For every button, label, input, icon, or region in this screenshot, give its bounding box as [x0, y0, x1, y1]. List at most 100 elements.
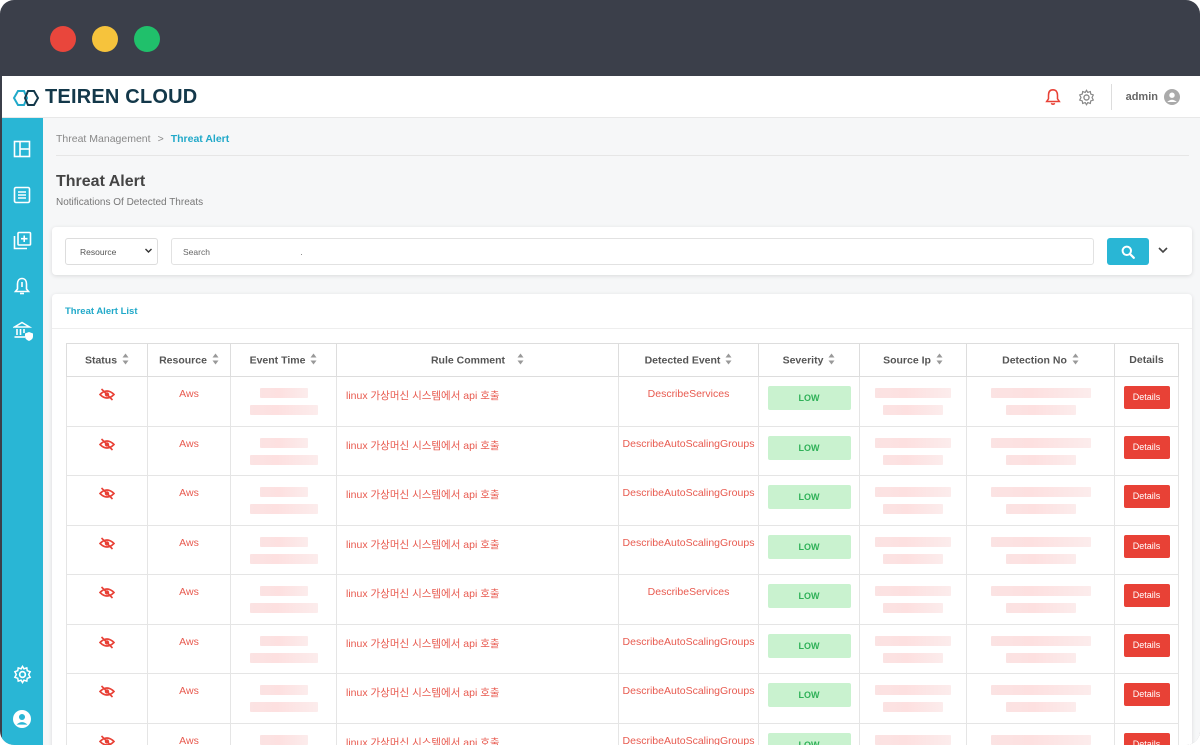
user-icon[interactable] — [13, 710, 31, 733]
settings-icon[interactable] — [13, 664, 32, 689]
add-copy-icon[interactable] — [13, 231, 32, 255]
table-row[interactable]: Aws linux 가상머신 시스템에서 api 호출 DescribeAutoSc… — [66, 722, 1179, 745]
sort-icon[interactable] — [212, 353, 219, 368]
detected-event-cell: DescribeAutoScalingGroups — [618, 524, 759, 575]
details-button[interactable]: Details — [1123, 633, 1170, 657]
details-button[interactable]: Details — [1123, 683, 1170, 706]
redacted-value — [860, 437, 966, 468]
eye-slash-icon[interactable] — [98, 388, 116, 404]
rule-comment-cell: linux 가상머신 시스템에서 api 호출 — [336, 574, 619, 625]
redacted-value — [231, 437, 336, 468]
column-header[interactable]: Detection No — [966, 343, 1115, 377]
search-button[interactable] — [1107, 238, 1149, 265]
sort-icon[interactable] — [517, 353, 524, 368]
list-icon[interactable] — [13, 186, 31, 209]
column-header[interactable]: Resource — [147, 343, 231, 377]
user-name[interactable]: admin — [1126, 91, 1158, 103]
column-header[interactable]: Detected Event — [618, 343, 759, 377]
table-row[interactable]: Aws linux 가상머신 시스템에서 api 호출 DescribeServic… — [66, 574, 1179, 625]
detected-event-cell: DescribeAutoScalingGroups — [618, 425, 759, 476]
window-minimize-button[interactable] — [92, 26, 118, 52]
sort-icon[interactable] — [1072, 353, 1079, 368]
gear-icon[interactable] — [1078, 88, 1095, 106]
sort-icon[interactable] — [310, 353, 317, 368]
breadcrumb-separator: > — [157, 133, 164, 145]
bell-icon[interactable] — [1044, 88, 1062, 106]
sort-icon[interactable] — [936, 353, 943, 368]
status-cell — [66, 673, 148, 724]
severity-badge: LOW — [767, 386, 851, 410]
redacted-value — [231, 685, 336, 715]
hexagon-logo-icon — [12, 89, 40, 106]
severity-badge: LOW — [767, 435, 851, 460]
details-button[interactable]: Details — [1123, 435, 1170, 459]
details-button[interactable]: Details — [1123, 732, 1170, 745]
column-header[interactable]: Source Ip — [859, 343, 967, 377]
search-icon — [1121, 245, 1135, 259]
details-button[interactable]: Details — [1123, 534, 1170, 558]
severity-cell: LOW — [758, 425, 860, 476]
column-header[interactable]: Rule Comment — [336, 343, 619, 377]
redacted-value — [231, 487, 336, 517]
bank-shield-icon[interactable] — [11, 321, 34, 347]
threat-alert-list-card: Threat Alert List Status Resource Event Ti… — [52, 294, 1192, 745]
column-header[interactable]: Event Time — [230, 343, 337, 377]
redacted-value — [860, 685, 966, 715]
table-row[interactable]: Aws linux 가상머신 시스템에서 api 호출 DescribeAutoSc… — [66, 425, 1179, 476]
severity-badge: LOW — [767, 485, 851, 509]
window-maximize-button[interactable] — [134, 26, 160, 52]
sidebar — [2, 118, 43, 745]
table-row[interactable]: Aws linux 가상머신 시스템에서 api 호출 DescribeAutoSc… — [66, 524, 1179, 575]
redacted-value — [967, 734, 1114, 745]
table-row[interactable]: Aws linux 가상머신 시스템에서 api 호출 DescribeAutoSc… — [66, 673, 1179, 724]
bell-alert-icon[interactable] — [13, 277, 31, 301]
column-header[interactable]: Status — [66, 343, 148, 377]
resource-cell: Aws — [147, 425, 231, 476]
details-cell: Details — [1114, 574, 1179, 625]
details-button[interactable]: Details — [1123, 584, 1170, 607]
details-button[interactable]: Details — [1123, 386, 1170, 409]
eye-slash-icon[interactable] — [98, 734, 116, 745]
table-row[interactable]: Aws linux 가상머신 시스템에서 api 호출 DescribeAutoSc… — [66, 475, 1179, 526]
page-title: Threat Alert — [56, 173, 146, 190]
detected-event-cell: DescribeAutoScalingGroups — [618, 673, 759, 724]
column-header-label: Details — [1129, 354, 1164, 366]
page-subtitle: Notifications Of Detected Threats — [56, 197, 204, 208]
redacted-value — [231, 388, 336, 418]
eye-slash-icon[interactable] — [98, 437, 116, 454]
user-circle-icon[interactable] — [1164, 89, 1180, 105]
sort-icon[interactable] — [828, 353, 835, 368]
severity-badge: LOW — [767, 732, 851, 745]
eye-slash-icon[interactable] — [98, 487, 116, 503]
eye-slash-icon[interactable] — [98, 685, 116, 701]
details-button[interactable]: Details — [1123, 485, 1170, 508]
event-time-cell — [230, 425, 337, 476]
details-cell: Details — [1114, 722, 1179, 745]
table-row[interactable]: Aws linux 가상머신 시스템에서 api 호출 DescribeAutoSc… — [66, 623, 1179, 674]
redacted-value — [967, 586, 1114, 616]
search-input[interactable]: Search . — [171, 238, 1094, 265]
detection-no-cell — [966, 574, 1115, 625]
column-header[interactable]: Severity — [758, 343, 860, 377]
sort-icon[interactable] — [122, 353, 129, 368]
eye-slash-icon[interactable] — [98, 536, 116, 553]
severity-cell: LOW — [758, 376, 860, 427]
status-cell — [66, 425, 148, 476]
status-cell — [66, 475, 148, 526]
sort-icon[interactable] — [725, 353, 732, 368]
redacted-value — [860, 635, 966, 666]
window-close-button[interactable] — [50, 26, 76, 52]
brand-logo[interactable]: TEIREN CLOUD — [10, 86, 197, 109]
dashboard-icon[interactable] — [13, 140, 31, 163]
resource-filter-select[interactable]: Resource — [65, 238, 158, 265]
table-header-row: Status Resource Event Time Rule Comment Dete… — [66, 343, 1179, 377]
redacted-value — [860, 388, 966, 418]
eye-slash-icon[interactable] — [98, 635, 116, 652]
breadcrumb-parent[interactable]: Threat Management — [56, 133, 151, 145]
rule-comment-cell: linux 가상머신 시스템에서 api 호출 — [336, 475, 619, 526]
resource-cell: Aws — [147, 475, 231, 526]
eye-slash-icon[interactable] — [98, 586, 116, 602]
table-row[interactable]: Aws linux 가상머신 시스템에서 api 호출 DescribeServic… — [66, 376, 1179, 427]
column-header-label: Detected Event — [644, 353, 721, 366]
expand-filters-button[interactable] — [1156, 243, 1170, 262]
